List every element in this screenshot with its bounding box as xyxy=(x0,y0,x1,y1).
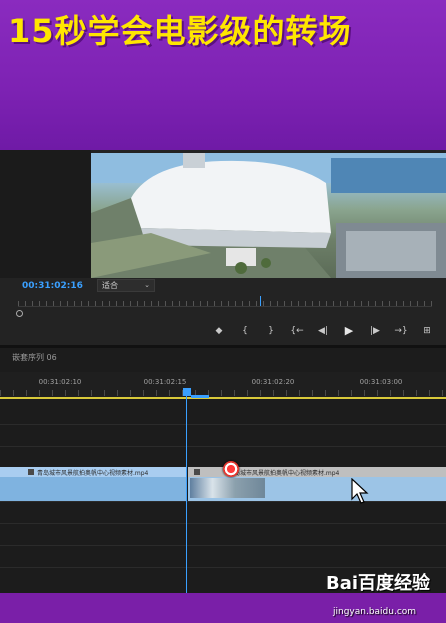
title-banner: 15秒学会电影级的转场 xyxy=(0,0,446,150)
ruler-ticks xyxy=(0,390,446,396)
fx-badge-icon[interactable] xyxy=(223,461,239,477)
ruler-tick-label: 00:31:02:15 xyxy=(143,378,187,386)
mouse-cursor-icon xyxy=(351,478,369,504)
monitor-scrub-bar[interactable] xyxy=(18,297,432,307)
fit-dropdown-label: 适合 xyxy=(102,281,118,290)
playhead-line[interactable] xyxy=(186,396,187,593)
banner-title: 15秒学会电影级的转场 xyxy=(8,12,352,50)
fit-dropdown[interactable]: 适合 ⌄ xyxy=(97,279,155,292)
go-to-out-icon[interactable]: →} xyxy=(388,324,414,338)
in-out-range xyxy=(191,395,209,398)
track-v2[interactable] xyxy=(0,446,446,467)
clip-header: 青岛城市风景航拍奥帆中心视频素材.mp4 xyxy=(0,467,186,477)
clip-type-icon xyxy=(194,469,200,475)
clip-type-icon xyxy=(28,469,34,475)
ruler-tick-label: 00:31:02:10 xyxy=(38,378,82,386)
ruler-tick-label: 00:31:02:20 xyxy=(251,378,295,386)
step-back-icon[interactable]: ◀| xyxy=(310,324,336,338)
chevron-down-icon: ⌄ xyxy=(144,281,150,289)
program-monitor: 00:31:02:16 适合 ⌄ ◆ { } {← ◀| ▶ |▶ →} ⊞ xyxy=(0,150,446,345)
track-a2[interactable] xyxy=(0,523,446,545)
play-icon[interactable]: ▶ xyxy=(336,324,362,338)
aerial-building-image xyxy=(91,153,446,278)
timeline-panel: 嵌套序列 06 00:31:02:10 00:31:02:15 00:31:02… xyxy=(0,348,446,593)
zoom-handle[interactable] xyxy=(16,310,23,317)
monitor-playhead[interactable] xyxy=(260,296,261,306)
mark-out-icon[interactable]: } xyxy=(258,324,284,338)
step-forward-icon[interactable]: |▶ xyxy=(362,324,388,338)
baidu-watermark: Bai百度经验 jingyan.baidu.com xyxy=(326,569,431,617)
clip-label: 青岛城市风景航拍奥帆中心视频素材.mp4 xyxy=(228,470,340,477)
clip-label: 青岛城市风景航拍奥帆中心视频素材.mp4 xyxy=(37,470,149,477)
playhead-handle[interactable] xyxy=(183,388,191,396)
timeline-ruler[interactable]: 00:31:02:10 00:31:02:15 00:31:02:20 00:3… xyxy=(0,372,446,398)
go-to-in-icon[interactable]: {← xyxy=(284,324,310,338)
work-area-bar[interactable] xyxy=(0,397,446,399)
watermark-logo: Bai百度经验 xyxy=(326,573,431,594)
ruler-tick-label: 00:31:03:00 xyxy=(359,378,403,386)
transport-controls: ◆ { } {← ◀| ▶ |▶ →} ⊞ xyxy=(206,324,440,338)
mark-in-icon[interactable]: { xyxy=(232,324,258,338)
clip-thumbnail xyxy=(190,478,265,498)
track-a3[interactable] xyxy=(0,545,446,567)
track-a1[interactable] xyxy=(0,501,446,523)
watermark-url: jingyan.baidu.com xyxy=(333,607,417,617)
scrub-ticks xyxy=(18,301,432,306)
premiere-editor: 00:31:02:16 适合 ⌄ ◆ { } {← ◀| ▶ |▶ →} ⊞ 嵌… xyxy=(0,150,446,593)
monitor-left-panel xyxy=(0,150,91,278)
playhead-timecode[interactable]: 00:31:02:16 xyxy=(22,281,83,291)
add-marker-icon[interactable]: ◆ xyxy=(206,324,232,338)
sequence-name[interactable]: 嵌套序列 06 xyxy=(12,352,57,363)
program-video-frame xyxy=(91,153,446,278)
video-clip-b[interactable]: 青岛城市风景航拍奥帆中心视频素材.mp4 xyxy=(188,461,446,501)
lift-icon[interactable]: ⊞ xyxy=(414,324,440,338)
video-clip-a[interactable]: 青岛城市风景航拍奥帆中心视频素材.mp4 xyxy=(0,467,186,501)
track-v3[interactable] xyxy=(0,424,446,446)
